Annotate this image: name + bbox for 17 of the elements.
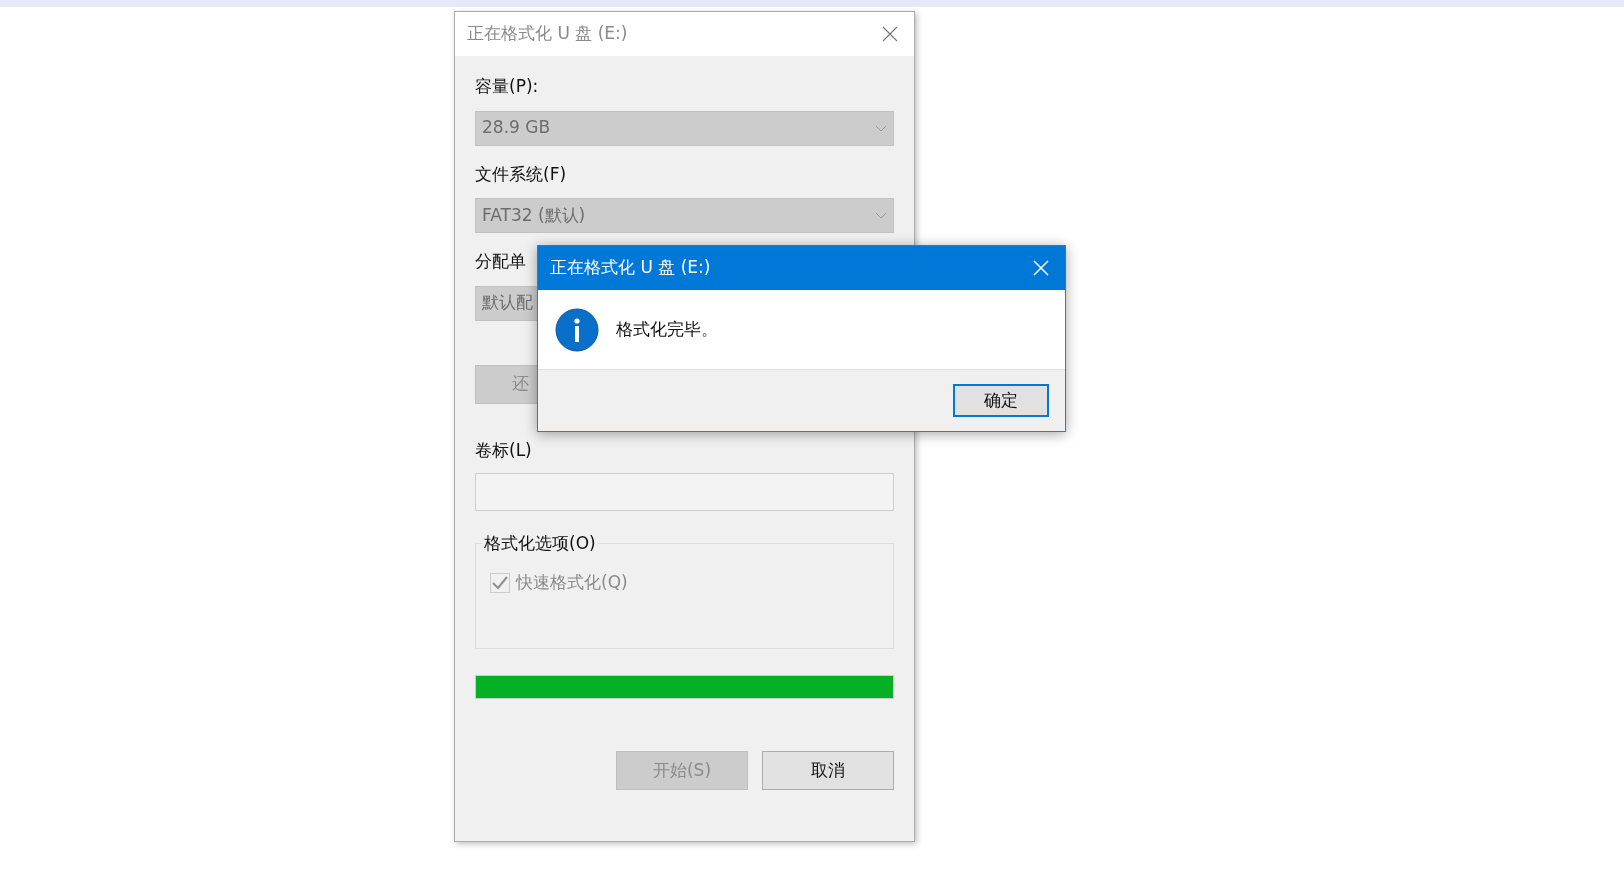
dialog-button[interactable]: 取消 bbox=[762, 751, 894, 790]
dropdown[interactable]: FAT32 (默认) bbox=[475, 198, 894, 233]
close-icon[interactable] bbox=[882, 26, 898, 42]
chevron-down-icon bbox=[875, 124, 887, 132]
checkbox-label: 快速格式化(Q) bbox=[516, 571, 628, 594]
field-label: 容量(P): bbox=[475, 75, 539, 98]
window-title: 正在格式化 U 盘 (E:) bbox=[467, 22, 628, 46]
field-label: 卷标(L) bbox=[475, 438, 532, 462]
window-title: 正在格式化 U 盘 (E:) bbox=[550, 256, 711, 280]
message-text: 格式化完毕。 bbox=[616, 317, 718, 341]
ok-button[interactable]: 确定 bbox=[953, 384, 1049, 417]
field-label: 分配单 bbox=[475, 250, 526, 273]
dropdown[interactable]: 28.9 GB bbox=[475, 110, 894, 146]
chevron-down-icon bbox=[875, 212, 887, 219]
text-field[interactable] bbox=[475, 473, 894, 511]
field-label: 文件系统(F) bbox=[475, 162, 567, 186]
info-icon bbox=[555, 307, 599, 352]
